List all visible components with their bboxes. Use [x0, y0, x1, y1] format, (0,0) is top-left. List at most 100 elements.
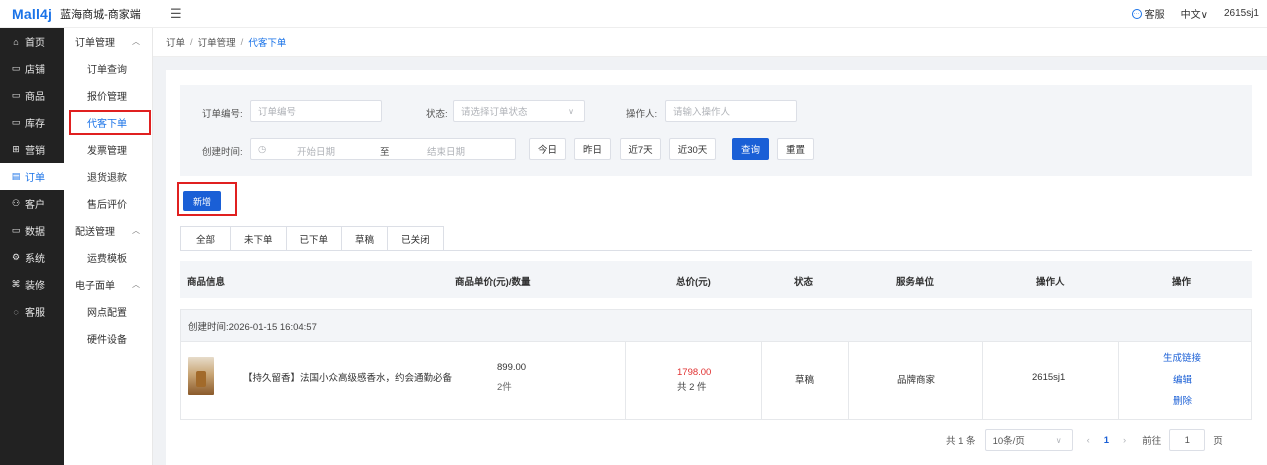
sidebar-item-customer[interactable]: ⚇ 客户 — [0, 190, 64, 217]
date-range-picker[interactable]: ◷ 开始日期 至 结束日期 — [250, 138, 516, 160]
tab-all[interactable]: 全部 — [180, 226, 232, 251]
submenu-item-freight-template[interactable]: 运费模板 — [64, 244, 152, 271]
sidebar-item-service[interactable]: ◌ 客服 — [0, 298, 64, 325]
product-name[interactable]: 【持久留香】法国小众高级感香水，约会通勤必备 — [243, 370, 452, 384]
submenu-item-review[interactable]: 售后评价 — [64, 190, 152, 217]
submenu-item-refund[interactable]: 退货退款 — [64, 163, 152, 190]
column-divider — [848, 342, 849, 419]
add-order-button[interactable]: 新增 — [183, 191, 221, 211]
column-header-service-unit: 服务单位 — [896, 277, 935, 288]
system-icon: ⚙ — [11, 252, 21, 262]
sidebar-item-system[interactable]: ⚙ 系统 — [0, 244, 64, 271]
end-date-input[interactable]: 结束日期 — [427, 144, 465, 158]
status-label: 状态: — [426, 109, 448, 120]
sidebar-item-decorate[interactable]: ⌘ 装修 — [0, 271, 64, 298]
sidebar-item-marketing[interactable]: ⊞ 营销 — [0, 136, 64, 163]
submenu-group-delivery[interactable]: 配送管理 ︿ — [64, 217, 152, 244]
user-name[interactable]: 2615sj1 — [1224, 8, 1259, 19]
submenu-item-order-query[interactable]: 订单查询 — [64, 55, 152, 82]
logo: Mall4j — [12, 5, 53, 22]
next-page-icon[interactable]: › — [1123, 435, 1126, 446]
customer-service-link[interactable]: ··· 客服 — [1131, 6, 1165, 21]
gift-icon: ⊞ — [12, 144, 20, 154]
column-divider — [1118, 342, 1119, 419]
sidebar-item-order[interactable]: ▤ 订单 — [0, 163, 64, 190]
last-30-days-button[interactable]: 近30天 — [669, 138, 716, 160]
shop-icon: ▭ — [11, 63, 21, 73]
last-7-days-button[interactable]: 近7天 — [620, 138, 661, 160]
chat-icon: ··· — [1131, 8, 1142, 19]
table-row: 【持久留香】法国小众高级感香水，约会通勤必备 899.00 2件 1798.00… — [180, 342, 1252, 420]
column-header-operator: 操作人 — [1036, 277, 1065, 288]
column-header-actions: 操作 — [1172, 277, 1192, 288]
pagination: 共 1 条 10条/页 ∨ ‹ 1 › 前往 1 页 — [946, 428, 1223, 452]
operator-label: 操作人: — [626, 109, 658, 120]
total-price: 1798.00 — [677, 367, 712, 378]
column-divider — [982, 342, 983, 419]
operator-input[interactable]: 请输入操作人 — [665, 100, 797, 122]
page-suffix: 页 — [1213, 436, 1223, 447]
submenu-group-order[interactable]: 订单管理 ︿ — [64, 28, 152, 55]
page-number[interactable]: 1 — [1104, 435, 1109, 446]
sidebar-item-data[interactable]: ▭ 数据 — [0, 217, 64, 244]
column-divider — [761, 342, 762, 419]
chevron-down-icon: ∨ — [1055, 435, 1062, 445]
primary-sidebar: ⌂ 首页 ▭ 店铺 ▭ 商品 ▭ 库存 ⊞ 营销 ▤ 订单 ⚇ 客户 ▭ 数据 … — [0, 28, 64, 465]
top-right-tools: ··· 客服 中文∨ 2615sj1 — [1131, 6, 1267, 21]
generate-link-button[interactable]: 生成链接 — [1163, 350, 1201, 364]
today-button[interactable]: 今日 — [529, 138, 566, 160]
sidebar-item-goods[interactable]: ▭ 商品 — [0, 82, 64, 109]
goto-label: 前往 — [1142, 436, 1162, 447]
secondary-menu: 订单管理 ︿ 订单查询 报价管理 代客下单 发票管理 退货退款 售后评价 配送管… — [64, 28, 153, 465]
search-button[interactable]: 查询 — [732, 138, 769, 160]
order-icon: ▤ — [11, 171, 21, 181]
chevron-up-icon: ︿ — [132, 226, 140, 235]
sidebar-item-stock[interactable]: ▭ 库存 — [0, 109, 64, 136]
column-header-total: 总价(元) — [676, 277, 711, 288]
tab-draft[interactable]: 草稿 — [342, 226, 389, 251]
tab-not-ordered[interactable]: 未下单 — [231, 226, 287, 251]
prev-page-icon[interactable]: ‹ — [1087, 435, 1090, 446]
status-select[interactable]: 请选择订单状态 ∨ — [453, 100, 585, 122]
submenu-group-label: 配送管理 — [75, 227, 115, 238]
sidebar-item-label: 系统 — [25, 254, 45, 265]
breadcrumb-item[interactable]: 订单管理 — [198, 35, 236, 49]
language-switcher[interactable]: 中文∨ — [1181, 6, 1208, 21]
sidebar-item-shop[interactable]: ▭ 店铺 — [0, 55, 64, 82]
home-icon: ⌂ — [13, 36, 19, 47]
service-label: 客服 — [1144, 10, 1165, 21]
yesterday-button[interactable]: 昨日 — [574, 138, 611, 160]
submenu-item-hardware[interactable]: 硬件设备 — [64, 325, 152, 352]
tab-ordered[interactable]: 已下单 — [286, 226, 343, 251]
breadcrumb-separator: / — [190, 36, 193, 48]
goto-page-input[interactable]: 1 — [1169, 429, 1206, 451]
top-bar: Mall4j 蓝海商城-商家端 ☰ ··· 客服 中文∨ 2615sj1 — [0, 0, 1267, 28]
submenu-item-quote[interactable]: 报价管理 — [64, 82, 152, 109]
breadcrumb-current: 代客下单 — [248, 38, 287, 49]
edit-button[interactable]: 编辑 — [1173, 372, 1192, 386]
submenu-item-outlet-config[interactable]: 网点配置 — [64, 298, 152, 325]
service-unit: 品牌商家 — [897, 375, 936, 386]
start-date-input[interactable]: 开始日期 — [297, 144, 335, 158]
column-header-status: 状态 — [794, 277, 814, 288]
operator-name: 2615sj1 — [1032, 372, 1066, 383]
tab-closed[interactable]: 已关闭 — [388, 226, 444, 251]
breadcrumb-separator: / — [240, 36, 244, 48]
order-no-input[interactable]: 订单编号 — [250, 100, 382, 122]
page-size-select[interactable]: 10条/页 ∨ — [984, 429, 1073, 451]
sidebar-item-label: 营销 — [25, 146, 45, 157]
breadcrumb-item[interactable]: 订单 — [166, 35, 185, 49]
sidebar-item-label: 客服 — [25, 308, 45, 319]
delete-button[interactable]: 删除 — [1173, 393, 1192, 407]
sidebar-item-home[interactable]: ⌂ 首页 — [0, 28, 64, 55]
submenu-group-waybill[interactable]: 电子面单 ︿ — [64, 271, 152, 298]
menu-fold-icon[interactable]: ☰ — [170, 6, 182, 22]
breadcrumb: 订单 / 订单管理 / 代客下单 — [153, 28, 1267, 57]
submenu-item-invoice[interactable]: 发票管理 — [64, 136, 152, 163]
pagination-total: 共 1 条 — [946, 436, 976, 447]
status-select-placeholder: 请选择订单状态 — [461, 107, 528, 118]
sidebar-item-label: 店铺 — [25, 65, 45, 76]
submenu-item-proxy-order[interactable]: 代客下单 — [64, 109, 152, 136]
sidebar-item-label: 装修 — [25, 281, 45, 292]
reset-button[interactable]: 重置 — [777, 138, 814, 160]
